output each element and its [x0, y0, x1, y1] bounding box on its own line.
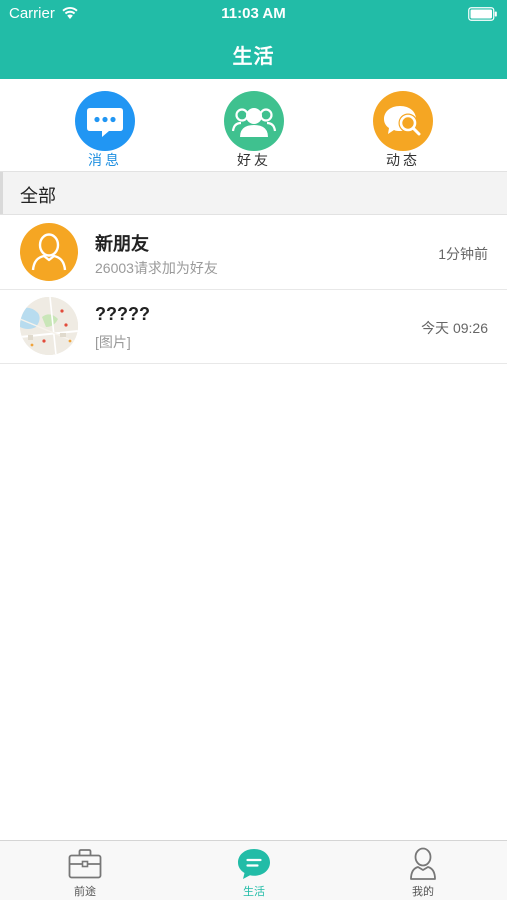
category-friends[interactable]: 好友 [209, 91, 299, 171]
chat-row-unknown[interactable]: ????? [图片] 今天 09:26 [0, 290, 507, 364]
chat-row-new-friends[interactable]: 新朋友 26003请求加为好友 1分钟前 [0, 216, 507, 290]
friends-icon [224, 91, 284, 151]
page-title: 生活 [232, 46, 275, 68]
chat-name: ????? [95, 304, 150, 324]
category-moments[interactable]: 动态 [358, 91, 448, 171]
briefcase-icon [68, 849, 102, 879]
person-icon [410, 847, 436, 880]
tab-label: 前途 [74, 886, 96, 898]
user-avatar-icon [20, 223, 78, 281]
tab-label: 我的 [412, 886, 434, 898]
app-screen: Carrier 11:03 AM 生活 消息 好友 动态 全部 新朋友 2600… [0, 0, 507, 900]
chat-list: 新朋友 26003请求加为好友 1分钟前 ????? [图片] 今天 09:26 [0, 216, 507, 364]
tab-mine[interactable]: 我的 [363, 841, 483, 900]
tab-future[interactable]: 前途 [25, 841, 145, 900]
chat-preview: 26003请求加为好友 [95, 260, 218, 276]
header: Carrier 11:03 AM 生活 [0, 0, 507, 79]
chat-bubble-icon [75, 91, 135, 151]
map-thumbnail [20, 297, 78, 355]
chat-time: 今天 09:26 [421, 320, 488, 336]
tab-label: 生活 [243, 886, 265, 898]
category-row: 消息 好友 动态 [0, 79, 507, 171]
tab-life[interactable]: 生活 [194, 841, 314, 900]
status-bar: Carrier 11:03 AM [0, 0, 507, 28]
chat-preview: [图片] [95, 334, 131, 350]
tab-bar: 前途 生活 我的 [0, 840, 507, 900]
category-messages[interactable]: 消息 [60, 91, 150, 171]
category-label: 动态 [386, 152, 420, 168]
moments-icon [373, 91, 433, 151]
section-title: 全部 [20, 186, 56, 206]
battery-icon [468, 7, 497, 21]
section-edge [0, 172, 3, 214]
category-label: 消息 [88, 152, 122, 168]
category-label: 好友 [237, 152, 271, 168]
chat-icon [238, 849, 270, 879]
status-time: 11:03 AM [221, 5, 286, 22]
chat-time: 1分钟前 [438, 246, 488, 262]
section-header: 全部 [0, 171, 507, 215]
chat-name: 新朋友 [95, 234, 149, 254]
